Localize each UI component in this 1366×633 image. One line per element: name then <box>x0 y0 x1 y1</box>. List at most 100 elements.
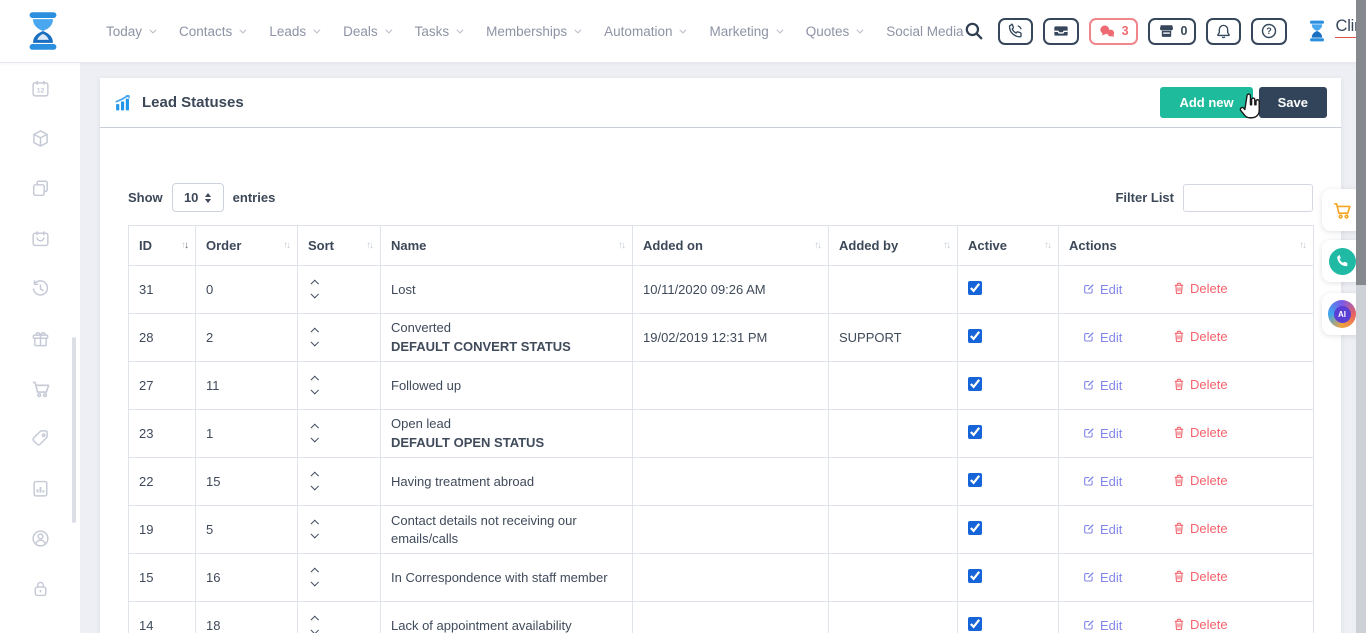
sort-up-button[interactable] <box>310 423 320 430</box>
delete-link[interactable]: Delete <box>1173 425 1228 440</box>
edit-link[interactable]: Edit <box>1083 570 1122 585</box>
edit-link[interactable]: Edit <box>1083 426 1122 441</box>
sort-up-button[interactable] <box>310 519 320 526</box>
sidebar-item-pricing[interactable] <box>29 428 51 449</box>
col-header-sort[interactable]: Sort↑↓ <box>298 226 381 266</box>
top-navigation-bar: Today Contacts Leads Deals Tasks Memberships A… <box>0 0 1366 63</box>
chevron-down-icon <box>311 578 319 586</box>
col-header-id[interactable]: ID↑↓ <box>129 226 196 266</box>
active-checkbox[interactable] <box>968 569 982 583</box>
delete-link[interactable]: Delete <box>1173 521 1228 536</box>
sort-down-button[interactable] <box>310 389 320 396</box>
active-checkbox[interactable] <box>968 521 982 535</box>
app-logo[interactable] <box>20 8 66 54</box>
sidebar-item-calendar[interactable]: 12 <box>29 78 51 99</box>
nav-item-tasks[interactable]: Tasks <box>415 24 462 39</box>
delete-link[interactable]: Delete <box>1173 569 1228 584</box>
active-checkbox[interactable] <box>968 473 982 487</box>
sidebar-item-reports[interactable] <box>29 478 51 499</box>
delete-link[interactable]: Delete <box>1173 281 1228 296</box>
col-header-order[interactable]: Order↑↓ <box>196 226 298 266</box>
sort-down-button[interactable] <box>310 293 320 300</box>
nav-item-social-media[interactable]: Social Media <box>886 24 963 39</box>
active-checkbox[interactable] <box>968 425 982 439</box>
edit-link[interactable]: Edit <box>1083 618 1122 633</box>
cell-order: 18 <box>196 602 298 633</box>
sort-up-button[interactable] <box>310 615 320 622</box>
search-button[interactable] <box>964 21 984 41</box>
filter-list-input[interactable] <box>1183 184 1313 212</box>
save-button[interactable]: Save <box>1259 87 1327 118</box>
edit-link[interactable]: Edit <box>1083 474 1122 489</box>
page-scrollbar-track[interactable] <box>1356 0 1366 633</box>
page-scrollbar-thumb[interactable] <box>1356 0 1366 285</box>
nav-item-leads[interactable]: Leads <box>269 24 318 39</box>
cell-active <box>958 410 1059 458</box>
nav-item-quotes[interactable]: Quotes <box>806 24 862 39</box>
active-checkbox[interactable] <box>968 617 982 631</box>
edit-link[interactable]: Edit <box>1083 330 1122 345</box>
sort-up-button[interactable] <box>310 327 320 334</box>
nav-item-automation[interactable]: Automation <box>604 24 684 39</box>
col-header-name[interactable]: Name↑↓ <box>381 226 633 266</box>
nav-item-contacts[interactable]: Contacts <box>179 24 244 39</box>
sidebar-item-orders[interactable] <box>29 378 51 399</box>
store-icon <box>1157 22 1176 40</box>
sidebar-item-duplicates[interactable] <box>29 178 51 199</box>
sidebar-item-security[interactable] <box>29 578 51 599</box>
cell-added-by <box>829 602 958 633</box>
edit-link[interactable]: Edit <box>1083 522 1122 537</box>
padlock-icon <box>30 578 51 599</box>
sort-up-button[interactable] <box>310 375 320 382</box>
nav-item-today[interactable]: Today <box>106 24 154 39</box>
sidebar-item-packages[interactable] <box>29 128 51 149</box>
inbox-button[interactable] <box>1043 18 1079 45</box>
sort-up-button[interactable] <box>310 279 320 286</box>
delete-link[interactable]: Delete <box>1173 329 1228 344</box>
sidebar-item-gifts[interactable] <box>29 328 51 349</box>
cell-added-on: 19/02/2019 12:31 PM <box>633 314 829 362</box>
delete-link[interactable]: Delete <box>1173 617 1228 632</box>
sort-up-button[interactable] <box>310 567 320 574</box>
active-checkbox[interactable] <box>968 377 982 391</box>
phone-calls-button[interactable] <box>998 18 1033 45</box>
col-header-added-on[interactable]: Added on↑↓ <box>633 226 829 266</box>
chat-messages-button[interactable]: 3 <box>1089 18 1138 45</box>
delete-link[interactable]: Delete <box>1173 473 1228 488</box>
sort-indicator-icon: ↑↓ <box>366 240 372 251</box>
col-header-actions[interactable]: Actions↑↓ <box>1059 226 1314 266</box>
sidebar-item-bookings[interactable] <box>29 228 51 249</box>
active-checkbox[interactable] <box>968 329 982 343</box>
sort-down-button[interactable] <box>310 341 320 348</box>
col-header-active[interactable]: Active↑↓ <box>958 226 1059 266</box>
help-button[interactable]: ? <box>1251 18 1287 45</box>
nav-item-deals[interactable]: Deals <box>343 24 390 39</box>
nav-item-memberships[interactable]: Memberships <box>486 24 579 39</box>
store-button[interactable]: 0 <box>1148 18 1197 45</box>
cell-name: Lost <box>381 266 633 314</box>
edit-link[interactable]: Edit <box>1083 378 1122 393</box>
cell-name: In Correspondence with staff member <box>381 554 633 602</box>
sort-down-button[interactable] <box>310 581 320 588</box>
sidebar-item-account[interactable] <box>29 528 51 549</box>
delete-link[interactable]: Delete <box>1173 377 1228 392</box>
sort-down-button[interactable] <box>310 629 320 633</box>
notifications-button[interactable] <box>1206 18 1241 45</box>
add-new-button[interactable]: Add new <box>1160 87 1252 118</box>
trash-icon <box>1173 378 1185 391</box>
active-checkbox[interactable] <box>968 281 982 295</box>
sort-down-button[interactable] <box>310 485 320 492</box>
edit-link[interactable]: Edit <box>1083 282 1122 297</box>
col-header-added-by[interactable]: Added by↑↓ <box>829 226 958 266</box>
sort-down-button[interactable] <box>310 533 320 540</box>
page-size-select[interactable]: 10 <box>172 183 224 212</box>
sort-up-button[interactable] <box>310 471 320 478</box>
cell-order: 2 <box>196 314 298 362</box>
sidebar-item-history[interactable] <box>29 278 51 299</box>
chevron-down-icon <box>385 26 392 33</box>
chevron-down-icon <box>311 386 319 394</box>
nav-item-marketing[interactable]: Marketing <box>709 24 780 39</box>
sort-down-button[interactable] <box>310 437 320 444</box>
cell-name: Contact details not receiving our emails… <box>381 506 633 554</box>
sidebar-scrollbar-thumb[interactable] <box>72 337 76 523</box>
